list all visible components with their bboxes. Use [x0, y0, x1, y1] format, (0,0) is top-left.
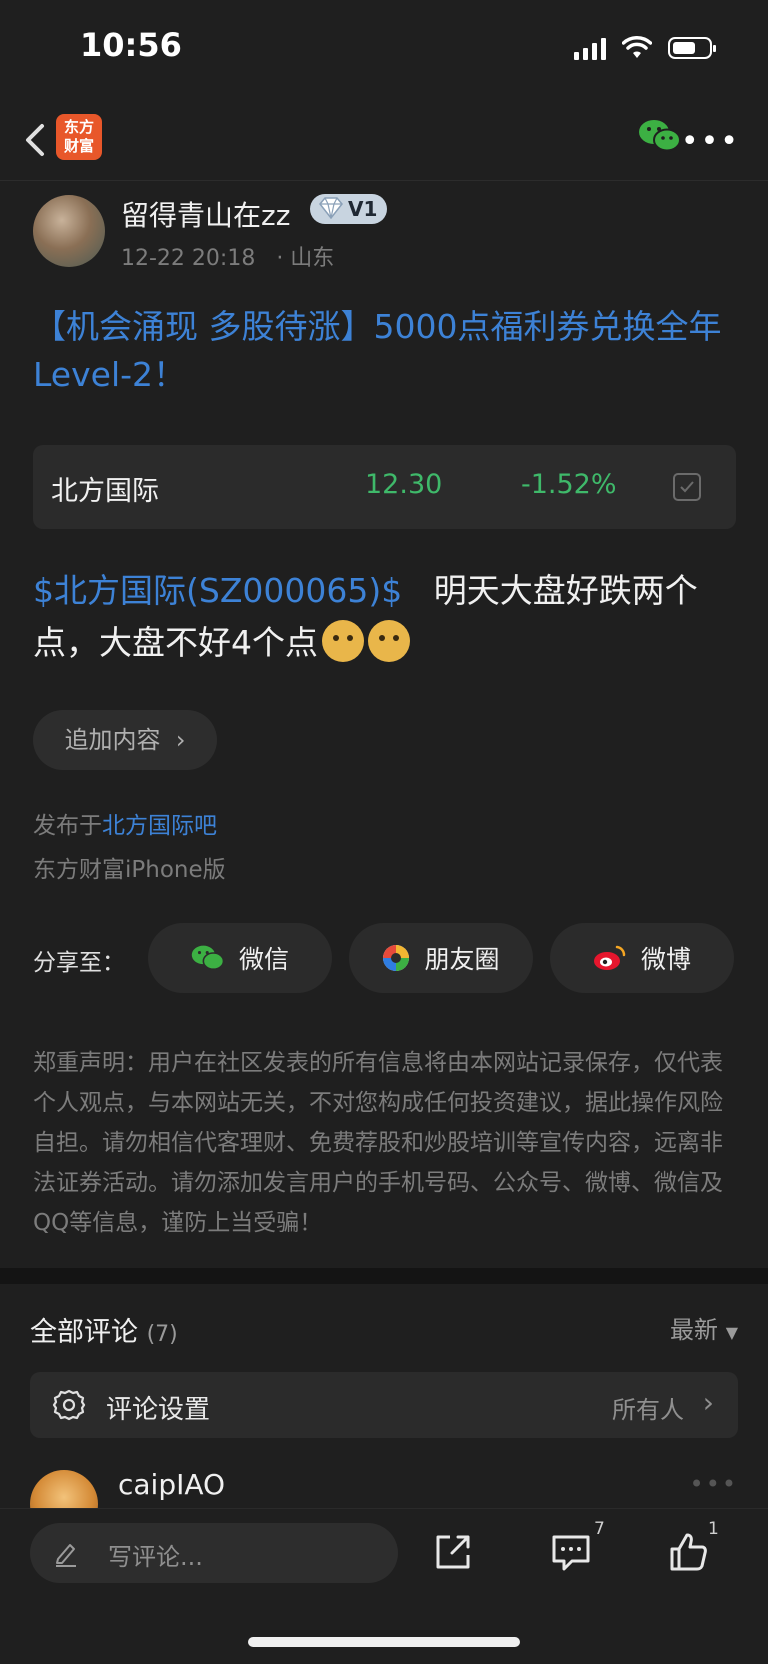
comment-settings-label: 评论设置	[106, 1395, 211, 1425]
more-icon[interactable]: •••	[681, 124, 740, 159]
status-icons	[574, 36, 716, 60]
home-indicator	[248, 1637, 520, 1647]
diamond-icon	[319, 197, 343, 219]
stock-bar-link[interactable]: 北方国际吧	[102, 813, 217, 839]
comment-settings-row[interactable]: 评论设置 所有人 ›	[30, 1372, 738, 1438]
comments-header: 全部评论 (7)	[30, 1317, 178, 1348]
battery-icon	[668, 37, 716, 59]
vip-badge: V1	[310, 194, 388, 224]
share-label: 分享至：	[33, 950, 125, 976]
client-info: 东方财富iPhone版	[33, 857, 226, 883]
post-location: · 山东	[276, 246, 335, 271]
chevron-right-icon: ›	[702, 1386, 714, 1419]
share-moments-button[interactable]: 朋友圈	[349, 923, 533, 993]
author-name[interactable]: 留得青山在zz	[121, 194, 290, 234]
back-icon[interactable]	[18, 118, 58, 162]
pencil-icon	[56, 1544, 76, 1567]
moments-icon	[383, 945, 410, 971]
wifi-icon	[622, 36, 652, 58]
doge-emoji-icon	[368, 620, 410, 662]
sort-dropdown[interactable]: 最新 ▼	[670, 1310, 738, 1345]
app-logo[interactable]: 东方 财富	[56, 114, 102, 160]
share-weibo-button[interactable]: 微博	[550, 923, 734, 993]
post-body: $北方国际(SZ000065)$ 明天大盘好跌两个点，大盘不好4个点	[33, 565, 743, 669]
comment-count-badge: 7	[594, 1519, 605, 1539]
doge-emoji-icon	[322, 620, 364, 662]
write-comment-placeholder: 写评论...	[108, 1543, 203, 1571]
wechat-icon[interactable]	[638, 118, 682, 154]
wechat-icon	[191, 945, 225, 970]
like-icon[interactable]	[666, 1529, 712, 1575]
share-wechat-button[interactable]: 微信	[148, 923, 332, 993]
stock-card[interactable]: 北方国际 12.30 -1.52%	[33, 445, 736, 529]
status-time: 10:56	[80, 26, 182, 64]
add-watchlist-checkbox[interactable]	[673, 473, 701, 501]
post-title[interactable]: 【机会涌现 多股待涨】5000点福利券兑换全年Level-2！	[33, 303, 733, 399]
comment-more-icon[interactable]: •••	[690, 1470, 738, 1498]
caret-down-icon: ▼	[725, 1323, 738, 1342]
section-divider	[0, 1268, 768, 1284]
comment-count: (7)	[146, 1322, 178, 1347]
add-content-button[interactable]: 追加内容 ›	[33, 710, 217, 770]
commenter-name[interactable]: caipIAO	[118, 1468, 225, 1501]
gear-icon	[52, 1389, 86, 1421]
comment-icon[interactable]	[548, 1529, 594, 1575]
weibo-icon	[593, 945, 626, 970]
share-icon[interactable]	[430, 1529, 476, 1575]
signal-icon	[574, 36, 606, 60]
stock-change: -1.52%	[521, 469, 617, 500]
author-avatar[interactable]	[33, 195, 105, 267]
published-in: 发布于北方国际吧	[33, 813, 217, 839]
nav-bar: 东方 财富 •••	[0, 100, 768, 181]
stock-name: 北方国际	[51, 476, 159, 507]
write-comment-input[interactable]: 写评论...	[30, 1523, 398, 1583]
stock-price: 12.30	[365, 469, 443, 500]
like-count-badge: 1	[708, 1519, 719, 1539]
stock-link[interactable]: $北方国际(SZ000065)$	[33, 571, 402, 610]
disclaimer-text: 郑重声明：用户在社区发表的所有信息将由本网站记录保存，仅代表个人观点，与本网站无…	[33, 1050, 723, 1236]
comment-settings-value: 所有人	[612, 1396, 684, 1424]
bottom-action-bar: 写评论... 7 1	[0, 1508, 768, 1664]
post-date: 12-22 20:18	[121, 246, 256, 271]
post-meta: 12-22 20:18 · 山东	[121, 240, 334, 272]
